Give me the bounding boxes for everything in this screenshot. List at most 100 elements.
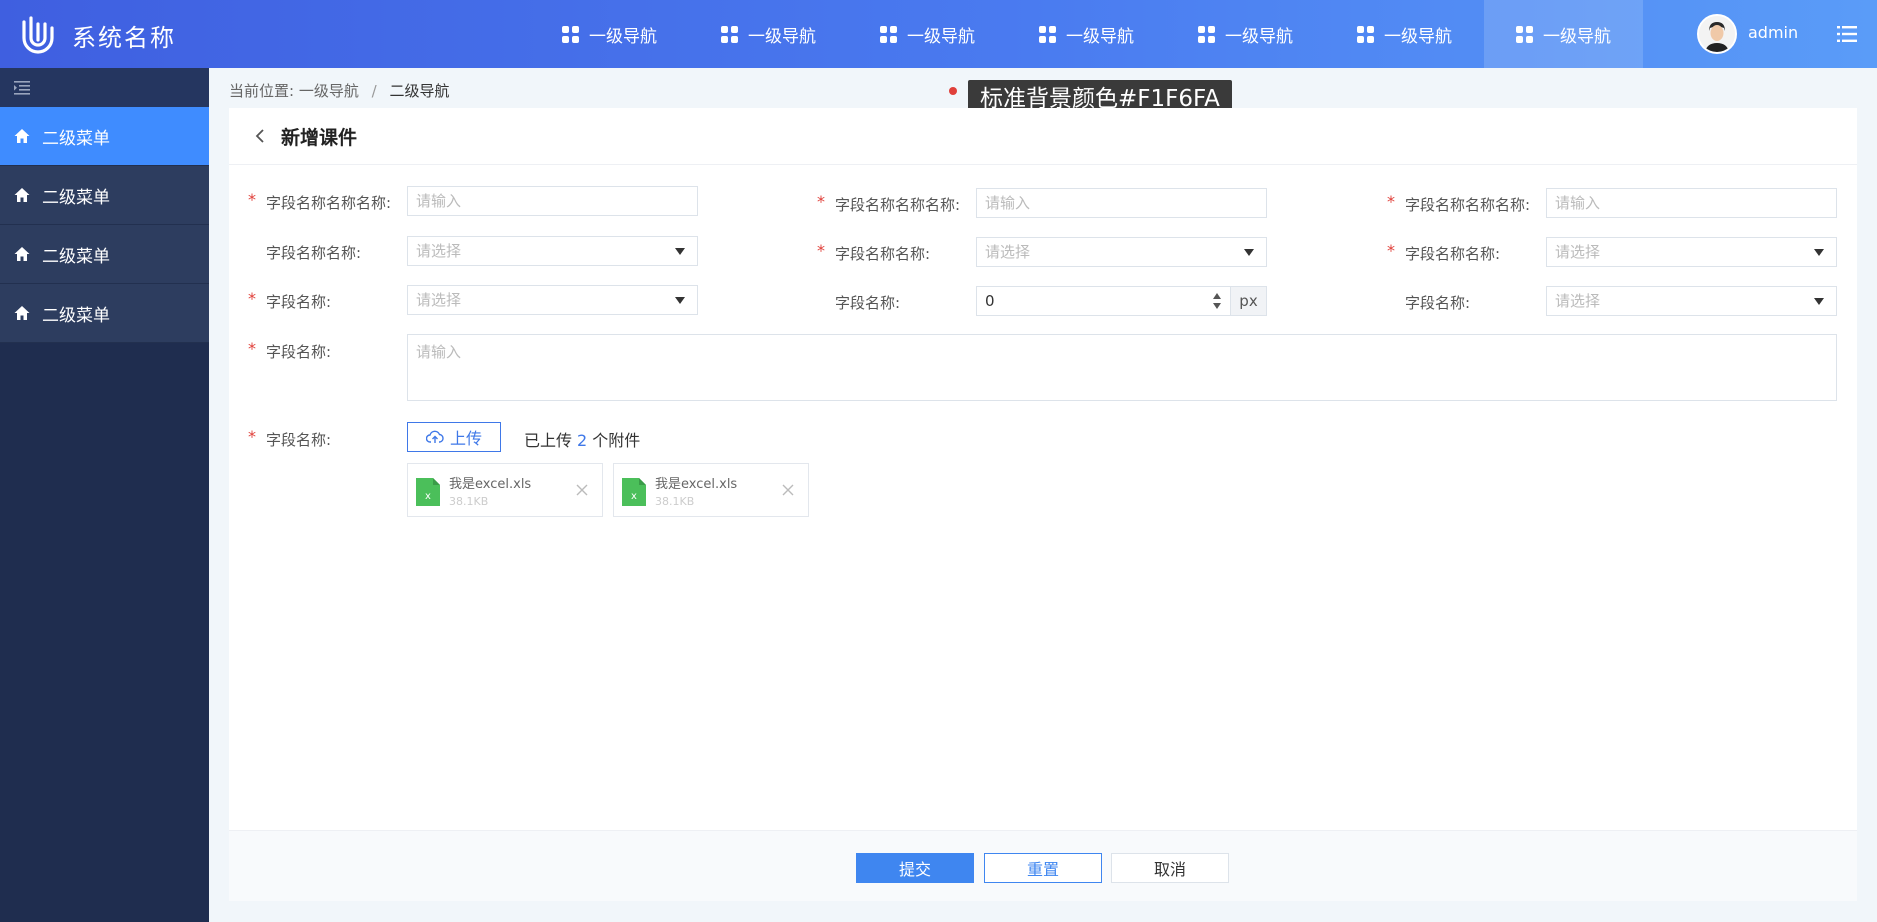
field-label: 字段名称: (1405, 294, 1471, 312)
breadcrumb-current: 二级导航 (389, 82, 450, 100)
reset-button[interactable]: 重置 (984, 853, 1102, 883)
select-placeholder: 请选择 (1555, 292, 1601, 310)
sidebar-collapse-toggle[interactable] (0, 68, 209, 107)
text-input[interactable]: 请输入 (1546, 188, 1837, 218)
topnav-item-7[interactable]: 一级导航 (1484, 0, 1643, 68)
sidebar-item-2[interactable]: 二级菜单 (0, 166, 209, 225)
caret-down-icon (1814, 249, 1824, 256)
field-label: 字段名称名称: (266, 244, 362, 262)
topnav-item-label: 一级导航 (1225, 26, 1293, 47)
field-label: 字段名称名称: (835, 245, 931, 263)
breadcrumb-separator: / (371, 82, 377, 100)
file-size: 38.1KB (449, 495, 489, 508)
excel-file-icon-label: x (425, 491, 431, 502)
attachment-item: x 我是excel.xls 38.1KB (407, 463, 603, 517)
select-dropdown[interactable]: 请选择 (407, 285, 698, 315)
breadcrumb-prefix: 当前位置: (229, 82, 295, 100)
upload-button[interactable]: 上传 (407, 422, 501, 452)
sidebar-item-4[interactable]: 二级菜单 (0, 284, 209, 343)
field-label: 字段名称: (266, 431, 332, 449)
required-mark: * (248, 427, 256, 446)
remove-file-icon[interactable] (576, 484, 588, 496)
user-avatar[interactable] (1697, 14, 1737, 54)
breadcrumb: 当前位置: 一级导航 / 二级导航 (229, 80, 450, 101)
field-label: 字段名称名称名称: (1405, 196, 1531, 214)
grid-icon (1516, 25, 1533, 43)
upload-count: 2 (577, 431, 588, 450)
grid-icon (880, 25, 897, 43)
upload-info-prefix: 已上传 (524, 431, 573, 450)
sidebar-item-label: 二级菜单 (42, 305, 110, 326)
text-input[interactable]: 请输入 (976, 188, 1267, 218)
topnav-item-4[interactable]: 一级导航 (1007, 0, 1166, 68)
topnav-item-1[interactable]: 一级导航 (530, 0, 689, 68)
grid-icon (721, 25, 738, 43)
sidebar: 二级菜单 二级菜单 二级菜单 二级菜单 (0, 68, 209, 922)
annotation-marker (949, 87, 957, 95)
field-label: 字段名称名称: (1405, 245, 1501, 263)
grid-icon (562, 25, 579, 43)
required-mark: * (248, 339, 256, 358)
select-placeholder: 请选择 (416, 291, 462, 309)
topnav-item-6[interactable]: 一级导航 (1325, 0, 1484, 68)
topnav-item-label: 一级导航 (748, 26, 816, 47)
cloud-upload-icon (425, 430, 444, 443)
home-icon (14, 188, 30, 202)
top-header: 系统名称 一级导航 一级导航 一级导航 一级导航 一级导航 一级导航 一级导航 (0, 0, 1877, 68)
menu-list-icon[interactable] (1837, 25, 1857, 43)
required-mark: * (248, 190, 256, 209)
field-label: 字段名称名称名称: (266, 194, 392, 212)
unit-suffix: px (1230, 287, 1266, 315)
select-dropdown[interactable]: 请选择 (976, 237, 1267, 267)
required-mark: * (817, 241, 825, 260)
cancel-button[interactable]: 取消 (1111, 853, 1229, 883)
excel-file-icon-label: x (631, 491, 637, 502)
file-name: 我是excel.xls (449, 477, 532, 492)
field-label: 字段名称: (266, 293, 332, 311)
select-dropdown[interactable]: 请选择 (1546, 286, 1837, 316)
grid-icon (1039, 25, 1056, 43)
card-header: 新增课件 (229, 108, 1857, 165)
required-mark: * (248, 289, 256, 308)
sidebar-item-3[interactable]: 二级菜单 (0, 225, 209, 284)
back-arrow-icon[interactable] (255, 129, 265, 143)
upload-status: 已上传 2 个附件 (524, 427, 640, 451)
grid-icon (1198, 25, 1215, 43)
topnav-item-label: 一级导航 (589, 26, 657, 47)
field-label: 字段名称名称名称: (835, 196, 961, 214)
number-value: 0 (985, 292, 995, 310)
home-icon (14, 247, 30, 261)
username[interactable]: admin (1748, 23, 1798, 42)
top-navigation: 一级导航 一级导航 一级导航 一级导航 一级导航 一级导航 一级导航 (530, 0, 1643, 68)
file-size: 38.1KB (655, 495, 695, 508)
topnav-item-2[interactable]: 一级导航 (689, 0, 848, 68)
topnav-item-label: 一级导航 (1384, 26, 1452, 47)
app-title: 系统名称 (72, 24, 176, 52)
select-placeholder: 请选择 (1555, 243, 1601, 261)
remove-file-icon[interactable] (782, 484, 794, 496)
required-mark: * (1387, 241, 1395, 260)
file-name: 我是excel.xls (655, 477, 738, 492)
number-stepper-input[interactable]: 0 px (976, 286, 1267, 316)
stepper-arrows-icon[interactable] (1212, 292, 1222, 310)
textarea-input[interactable]: 请输入 (407, 334, 1837, 401)
caret-down-icon (1814, 298, 1824, 305)
form-footer: 提交 重置 取消 (229, 830, 1857, 901)
select-placeholder: 请选择 (416, 242, 462, 260)
topnav-item-label: 一级导航 (907, 26, 975, 47)
select-dropdown[interactable]: 请选择 (407, 236, 698, 266)
breadcrumb-level1[interactable]: 一级导航 (299, 82, 359, 100)
select-dropdown[interactable]: 请选择 (1546, 237, 1837, 267)
topnav-item-3[interactable]: 一级导航 (848, 0, 1007, 68)
topnav-item-label: 一级导航 (1066, 26, 1134, 47)
submit-button[interactable]: 提交 (856, 853, 974, 883)
home-icon (14, 129, 30, 143)
caret-down-icon (675, 297, 685, 304)
sidebar-item-1[interactable]: 二级菜单 (0, 107, 209, 166)
sidebar-item-label: 二级菜单 (42, 246, 110, 267)
text-input[interactable]: 请输入 (407, 186, 698, 216)
app-logo-icon (22, 16, 54, 54)
grid-icon (1357, 25, 1374, 43)
topnav-item-5[interactable]: 一级导航 (1166, 0, 1325, 68)
required-mark: * (817, 192, 825, 211)
